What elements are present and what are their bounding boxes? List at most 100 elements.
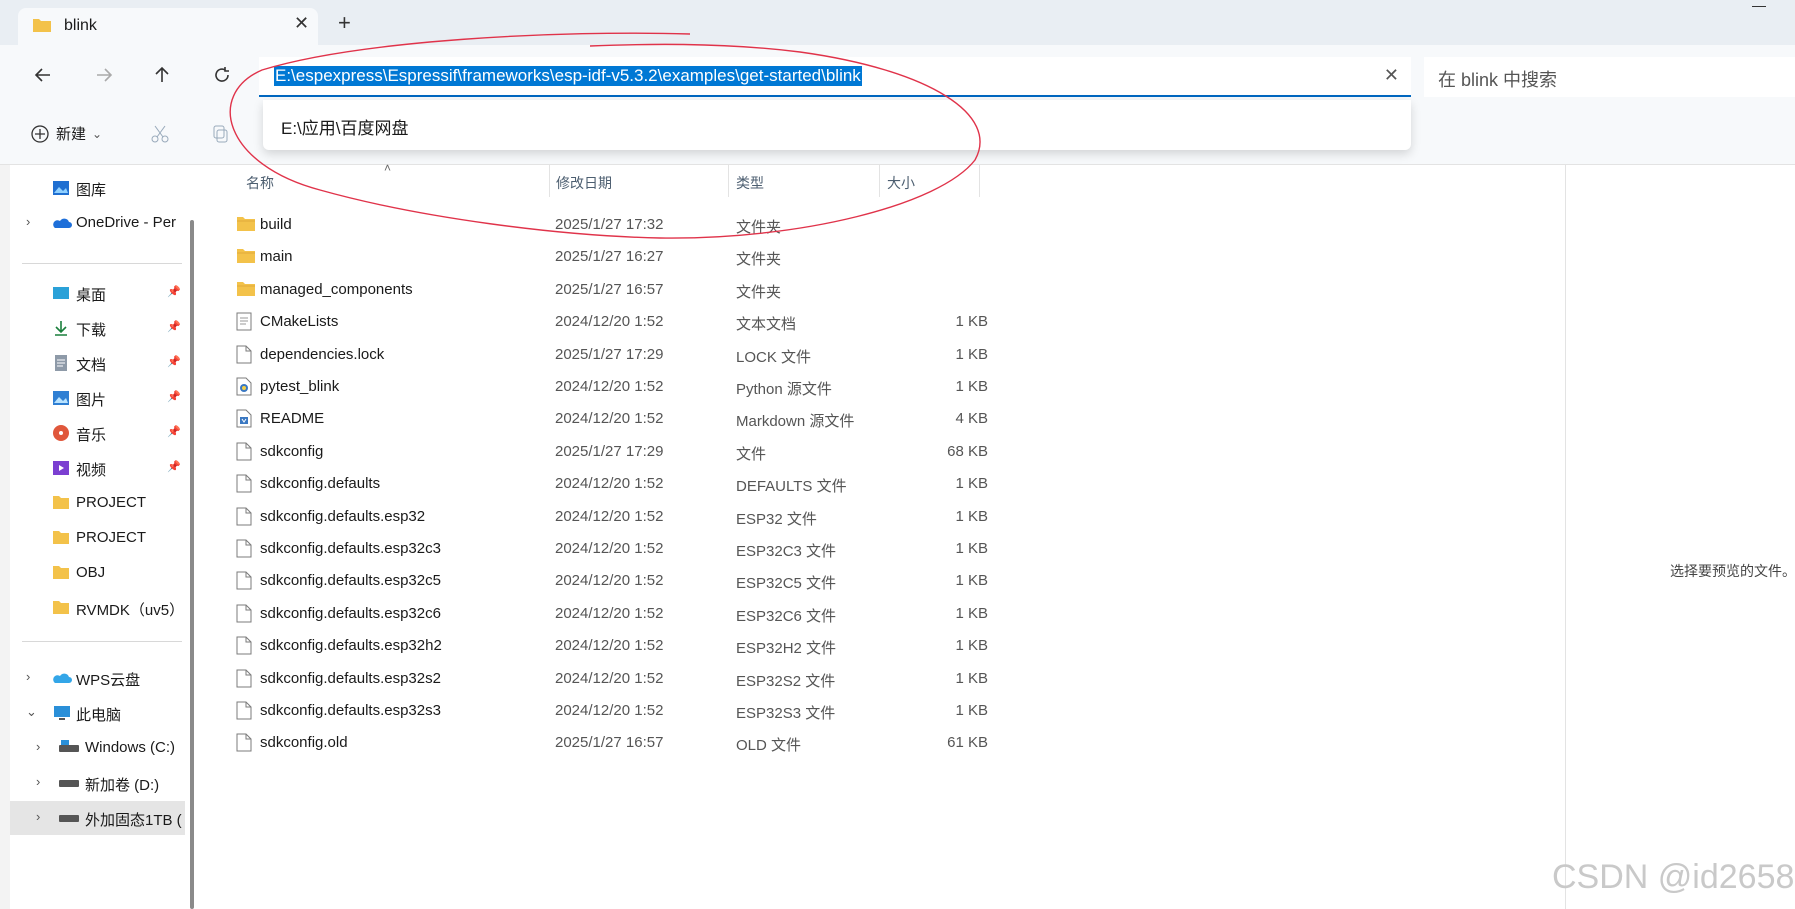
sidebar-item-rvmdk[interactable]: RVMDK（uv5） <box>10 591 185 625</box>
sidebar-item-label: WPS云盘 <box>76 672 141 689</box>
sidebar-item-label: 桌面 <box>76 287 107 304</box>
file-row[interactable]: sdkconfig.defaults.esp32c3 2024/12/20 1:5… <box>224 533 1184 565</box>
new-button[interactable]: 新建 ⌄ <box>30 123 102 144</box>
file-name: sdkconfig.defaults.esp32h2 <box>260 637 442 655</box>
address-bar[interactable]: E:\espexpress\Espressif\frameworks\esp-i… <box>259 57 1411 97</box>
pin-icon[interactable]: 📌 <box>167 355 181 368</box>
file-row[interactable]: sdkconfig.defaults.esp32s2 2024/12/20 1:5… <box>224 663 1184 695</box>
chevron-right-icon[interactable]: › <box>36 774 40 789</box>
file-row[interactable]: sdkconfig.old 2025/1/27 16:57 OLD 文件 61 KB <box>224 727 1184 759</box>
sidebar-item-label: RVMDK（uv5） <box>76 602 185 619</box>
sidebar-item-documents[interactable]: 文档 📌 <box>10 346 185 380</box>
refresh-button[interactable] <box>205 58 239 92</box>
pin-icon[interactable]: 📌 <box>167 390 181 403</box>
file-type: OLD 文件 <box>736 737 802 755</box>
file-size: 68 KB <box>947 442 988 460</box>
sidebar-item-downloads[interactable]: 下载 📌 <box>10 311 185 345</box>
sidebar-item-label: 音乐 <box>76 427 107 444</box>
chevron-right-icon[interactable]: › <box>36 739 40 754</box>
column-divider[interactable] <box>879 165 880 197</box>
column-divider[interactable] <box>549 165 550 197</box>
file-row[interactable]: CMakeLists 2024/12/20 1:52 文本文档 1 KB <box>224 306 1184 338</box>
folder-icon <box>33 19 51 32</box>
wps-cloud-icon <box>53 673 72 683</box>
tab-blink[interactable]: blink ✕ <box>18 8 318 45</box>
pin-icon[interactable]: 📌 <box>167 320 181 333</box>
sidebar-item-drive-c[interactable]: › Windows (C:) <box>10 731 185 765</box>
file-row[interactable]: sdkconfig.defaults.esp32s3 2024/12/20 1:5… <box>224 695 1184 727</box>
sidebar-item-this-pc[interactable]: ⌄ 此电脑 <box>10 696 185 730</box>
file-name: sdkconfig.defaults.esp32c3 <box>260 540 441 557</box>
file-date: 2025/1/27 16:57 <box>555 734 664 752</box>
up-button[interactable] <box>145 58 179 92</box>
column-divider[interactable] <box>728 165 729 197</box>
sort-ascending-icon: ˄ <box>384 161 392 175</box>
file-row[interactable]: pytest_blink 2024/12/20 1:52 Python 源文件 1 K… <box>224 371 1184 403</box>
sidebar-item-label: 图库 <box>76 182 107 199</box>
file-type: Markdown 源文件 <box>736 413 855 431</box>
column-name[interactable]: 名称 <box>246 173 274 193</box>
pin-icon[interactable]: 📌 <box>167 425 181 438</box>
sidebar-scrollbar[interactable] <box>190 220 194 909</box>
file-date: 2024/12/20 1:52 <box>555 604 664 622</box>
sidebar-item-gallery[interactable]: 图库 <box>10 171 185 205</box>
address-suggestion-item[interactable]: E:\应用\百度网盘 <box>281 114 409 139</box>
column-type[interactable]: 类型 <box>736 173 764 193</box>
sidebar-item-obj[interactable]: OBJ <box>10 556 185 590</box>
file-name: pytest_blink <box>260 378 340 395</box>
pin-icon[interactable]: 📌 <box>167 285 181 298</box>
file-row[interactable]: main 2025/1/27 16:27 文件夹 <box>224 241 1184 273</box>
sidebar-item-project[interactable]: PROJECT <box>10 486 185 520</box>
sidebar-item-wps-cloud[interactable]: › WPS云盘 <box>10 661 185 695</box>
file-row[interactable]: build 2025/1/27 17:32 文件夹 <box>224 209 1184 241</box>
file-size: 4 KB <box>955 410 988 428</box>
file-icon <box>236 733 252 756</box>
column-size[interactable]: 大小 <box>887 173 915 193</box>
file-row[interactable]: sdkconfig.defaults 2024/12/20 1:52 DEFAULT… <box>224 468 1184 500</box>
file-row[interactable]: sdkconfig.defaults.esp32h2 2024/12/20 1:5… <box>224 630 1184 662</box>
file-name: sdkconfig.defaults.esp32s3 <box>260 702 441 719</box>
chevron-down-icon[interactable]: ⌄ <box>26 704 37 720</box>
forward-button[interactable] <box>87 58 121 92</box>
sidebar-item-music[interactable]: 音乐 📌 <box>10 416 185 450</box>
file-row[interactable]: dependencies.lock 2025/1/27 17:29 LOCK 文件 1… <box>224 339 1184 371</box>
back-button[interactable] <box>26 58 60 92</box>
forward-arrow-icon <box>97 68 113 82</box>
preview-divider[interactable] <box>1565 165 1566 909</box>
sidebar-item-desktop[interactable]: 桌面 📌 <box>10 276 185 310</box>
file-row[interactable]: README 2024/12/20 1:52 Markdown 源文件 4 KB <box>224 403 1184 435</box>
cut-icon[interactable] <box>150 124 170 144</box>
clear-address-icon[interactable]: ✕ <box>1384 65 1399 86</box>
new-tab-button[interactable]: + <box>338 10 351 36</box>
copy-icon[interactable] <box>211 124 231 144</box>
file-row[interactable]: sdkconfig.defaults.esp32c5 2024/12/20 1:5… <box>224 565 1184 597</box>
sidebar-item-pictures[interactable]: 图片 📌 <box>10 381 185 415</box>
address-path[interactable]: E:\espexpress\Espressif\frameworks\esp-i… <box>274 66 862 86</box>
sidebar-item-project[interactable]: PROJECT <box>10 521 185 555</box>
column-divider[interactable] <box>979 165 980 197</box>
file-row[interactable]: sdkconfig 2025/1/27 17:29 文件 68 KB <box>224 436 1184 468</box>
search-box[interactable]: 在 blink 中搜索 <box>1424 57 1795 97</box>
close-tab-icon[interactable]: ✕ <box>294 13 309 34</box>
file-name: build <box>260 216 292 233</box>
file-size: 1 KB <box>955 475 988 493</box>
sidebar-item-drive-d[interactable]: › 新加卷 (D:) <box>10 766 185 800</box>
file-date: 2024/12/20 1:52 <box>555 702 664 719</box>
column-date[interactable]: 修改日期 <box>556 173 612 193</box>
sidebar-item-videos[interactable]: 视频 📌 <box>10 451 185 485</box>
file-date: 2025/1/27 16:57 <box>555 280 664 298</box>
chevron-right-icon[interactable]: › <box>36 809 40 824</box>
sidebar-item-external-ssd[interactable]: › 外加固态1TB ( <box>10 801 185 835</box>
file-row[interactable]: managed_components 2025/1/27 16:57 文件夹 <box>224 274 1184 306</box>
sidebar-item-onedrive[interactable]: › OneDrive - Per <box>10 206 185 240</box>
file-row[interactable]: sdkconfig.defaults.esp32 2024/12/20 1:52 E… <box>224 501 1184 533</box>
chevron-right-icon[interactable]: › <box>26 669 30 684</box>
pin-icon[interactable]: 📌 <box>167 460 181 473</box>
sidebar-item-label: 新加卷 (D:) <box>85 777 160 794</box>
file-size: 1 KB <box>955 637 988 655</box>
file-icon <box>236 474 252 497</box>
chevron-right-icon[interactable]: › <box>26 214 30 229</box>
sidebar-item-label: PROJECT <box>76 494 147 511</box>
file-row[interactable]: sdkconfig.defaults.esp32c6 2024/12/20 1:5… <box>224 598 1184 630</box>
minimize-icon[interactable] <box>1752 6 1766 7</box>
